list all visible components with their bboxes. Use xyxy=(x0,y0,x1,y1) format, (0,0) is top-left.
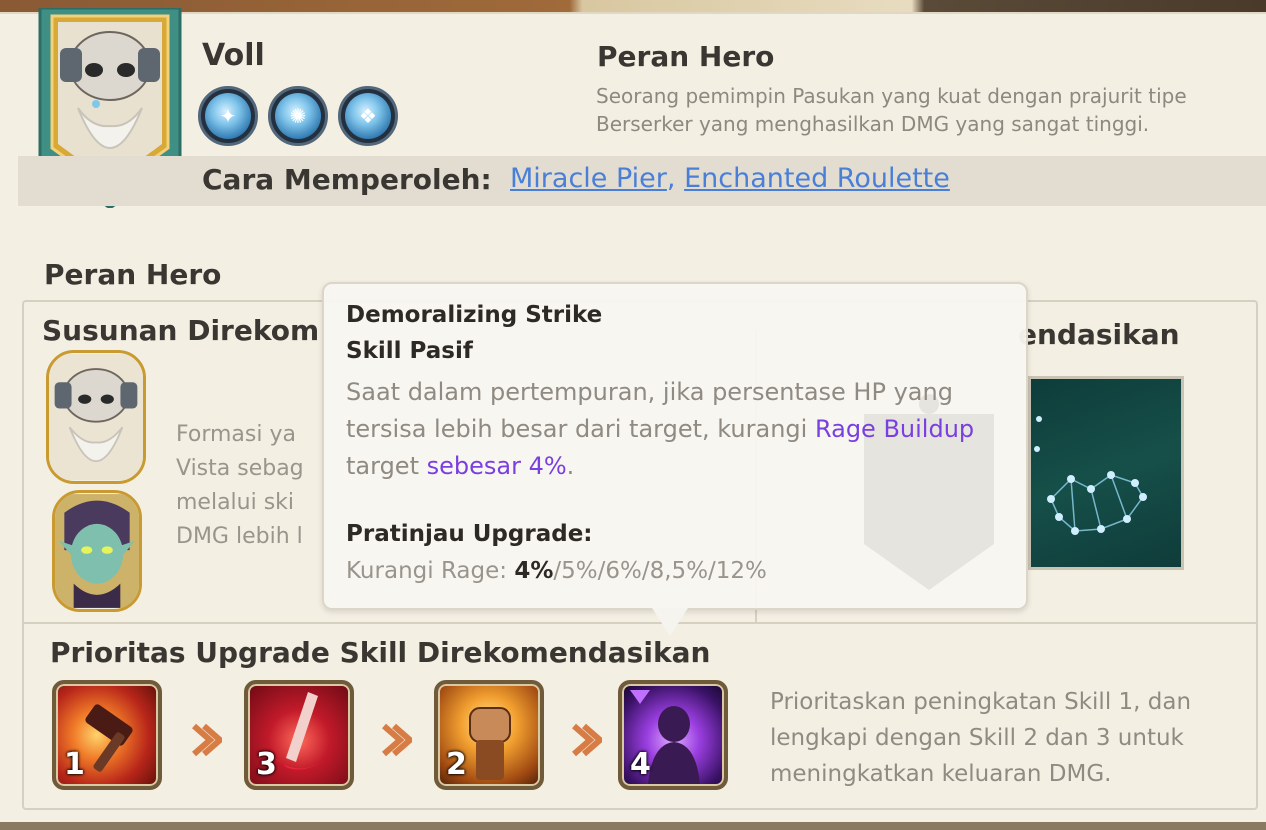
skill-number: 2 xyxy=(446,747,467,782)
acquire-links: Miracle Pier, Enchanted Roulette xyxy=(510,163,950,194)
link-miracle-pier[interactable]: Miracle Pier xyxy=(510,163,667,194)
acquire-label: Cara Memperoleh: xyxy=(202,163,492,196)
formation-line: Vista sebag xyxy=(176,456,304,481)
formation-line: Formasi ya xyxy=(176,422,296,447)
hero-name: Voll xyxy=(202,38,265,73)
tooltip-pointer xyxy=(652,608,688,636)
upgrade-current-value: 4% xyxy=(514,558,554,584)
role-description: Seorang pemimpin Pasukan yang kuat denga… xyxy=(596,84,1187,136)
role-title: Peran Hero xyxy=(597,40,775,73)
tooltip-skill-description: Saat dalam pertempuran, jika persentase … xyxy=(346,374,1016,485)
section-divider xyxy=(24,622,1258,624)
priority-arrow-icon xyxy=(192,723,222,757)
recommended-talent-title: endasikan xyxy=(1018,318,1180,351)
upgrade-prefix: Kurangi Rage: xyxy=(346,558,515,584)
recommended-lineup-title: Susunan Direkom xyxy=(42,314,320,347)
desc-text: target xyxy=(346,452,427,480)
lineup-hero-vista-portrait[interactable] xyxy=(52,490,142,612)
formation-line: DMG lebih l xyxy=(176,524,303,549)
hero-class-icons: ✦ ✺ ❖ xyxy=(198,86,398,146)
skill-3-blood-blade[interactable]: 3 xyxy=(244,680,354,790)
berserker-class-icon[interactable]: ✺ xyxy=(268,86,328,146)
desc-highlight-value: sebesar 4% xyxy=(426,452,567,480)
desc-highlight-rage-buildup: Rage Buildup xyxy=(814,415,975,443)
priority-arrow-icon xyxy=(382,723,412,757)
tooltip-skill-name: Demoralizing Strike xyxy=(346,302,603,328)
skill-priority-title: Prioritas Upgrade Skill Direkomendasikan xyxy=(50,636,711,669)
skill-number: 3 xyxy=(256,747,277,782)
tooltip-skill-type: Skill Pasif xyxy=(346,338,473,364)
lineup-hero-voll-portrait[interactable] xyxy=(46,350,146,484)
skill-number: 1 xyxy=(64,747,85,782)
skill-4-dark-aura[interactable]: 4 xyxy=(618,680,728,790)
bottom-background-strip xyxy=(0,822,1266,830)
troop-class-icon[interactable]: ❖ xyxy=(338,86,398,146)
priority-line: Prioritaskan peningkatan Skill 1, dan xyxy=(770,689,1192,715)
formation-line: melalui ski xyxy=(176,490,295,515)
talent-tree-graph xyxy=(1034,416,1147,535)
formation-description: Formasi ya Vista sebag melalui ski DMG l… xyxy=(176,418,304,554)
tooltip-upgrade-values: Kurangi Rage: 4%/5%/6%/8,5%/12% xyxy=(346,558,767,584)
infantry-class-icon[interactable]: ✦ xyxy=(198,86,258,146)
skill-tooltip: Demoralizing Strike Skill Pasif Saat dal… xyxy=(322,282,1028,610)
upgrade-future-values: /5%/6%/8,5%/12% xyxy=(553,558,767,584)
talent-tree-thumbnail[interactable] xyxy=(1028,376,1184,570)
skill-2-fist[interactable]: 2 xyxy=(434,680,544,790)
tooltip-upgrade-label: Pratinjau Upgrade: xyxy=(346,521,593,547)
priority-arrow-icon xyxy=(572,723,602,757)
link-enchanted-roulette[interactable]: Enchanted Roulette xyxy=(684,163,950,194)
skill-number: 4 xyxy=(630,747,651,782)
skill-priority-description: Prioritaskan peningkatan Skill 1, dan le… xyxy=(770,684,1191,792)
priority-line: meningkatkan keluaran DMG. xyxy=(770,761,1112,787)
priority-line: lengkapi dengan Skill 2 dan 3 untuk xyxy=(770,725,1184,751)
desc-text: . xyxy=(566,452,575,480)
skill-1-hammer-strike[interactable]: 1 xyxy=(52,680,162,790)
section-hero-role-title: Peran Hero xyxy=(44,258,222,291)
link-separator: , xyxy=(666,163,676,194)
